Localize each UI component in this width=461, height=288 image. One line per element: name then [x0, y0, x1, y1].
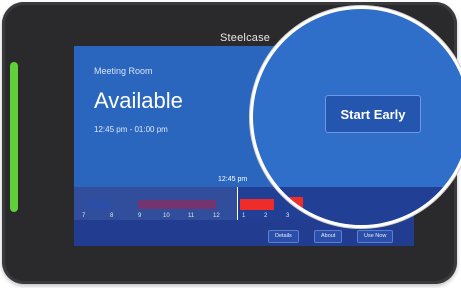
start-early-button[interactable]: Start Early — [325, 95, 421, 133]
hour-tick-7: 7 — [82, 213, 86, 219]
about-button[interactable]: About — [314, 230, 343, 243]
availability-time-range: 12:45 pm - 01:00 pm — [94, 125, 168, 134]
hour-tick-11: 11 — [188, 213, 195, 219]
hour-tick-8: 8 — [110, 213, 114, 219]
zoom-callout: Start Early — [250, 6, 461, 228]
booked-meeting-block[interactable] — [138, 200, 216, 209]
brand-logo: Steelcase — [220, 32, 271, 44]
timeline-block — [88, 201, 110, 209]
zoomed-busy-block — [253, 197, 303, 209]
details-button[interactable]: Details — [268, 230, 299, 243]
current-time-marker — [237, 187, 238, 220]
room-name: Meeting Room — [94, 66, 153, 76]
availability-led — [10, 62, 18, 212]
hour-tick-12: 12 — [213, 213, 220, 219]
hour-tick-1: 1 — [242, 213, 246, 219]
hour-tick-9: 9 — [138, 213, 142, 219]
room-scheduler-device: Steelcase Meeting Room Available 12:45 p… — [2, 2, 461, 284]
room-status: Available — [94, 88, 183, 113]
use-now-button[interactable]: Use Now — [357, 230, 394, 243]
current-time-label: 12:45 pm — [218, 176, 248, 183]
hour-tick-10: 10 — [163, 213, 170, 219]
